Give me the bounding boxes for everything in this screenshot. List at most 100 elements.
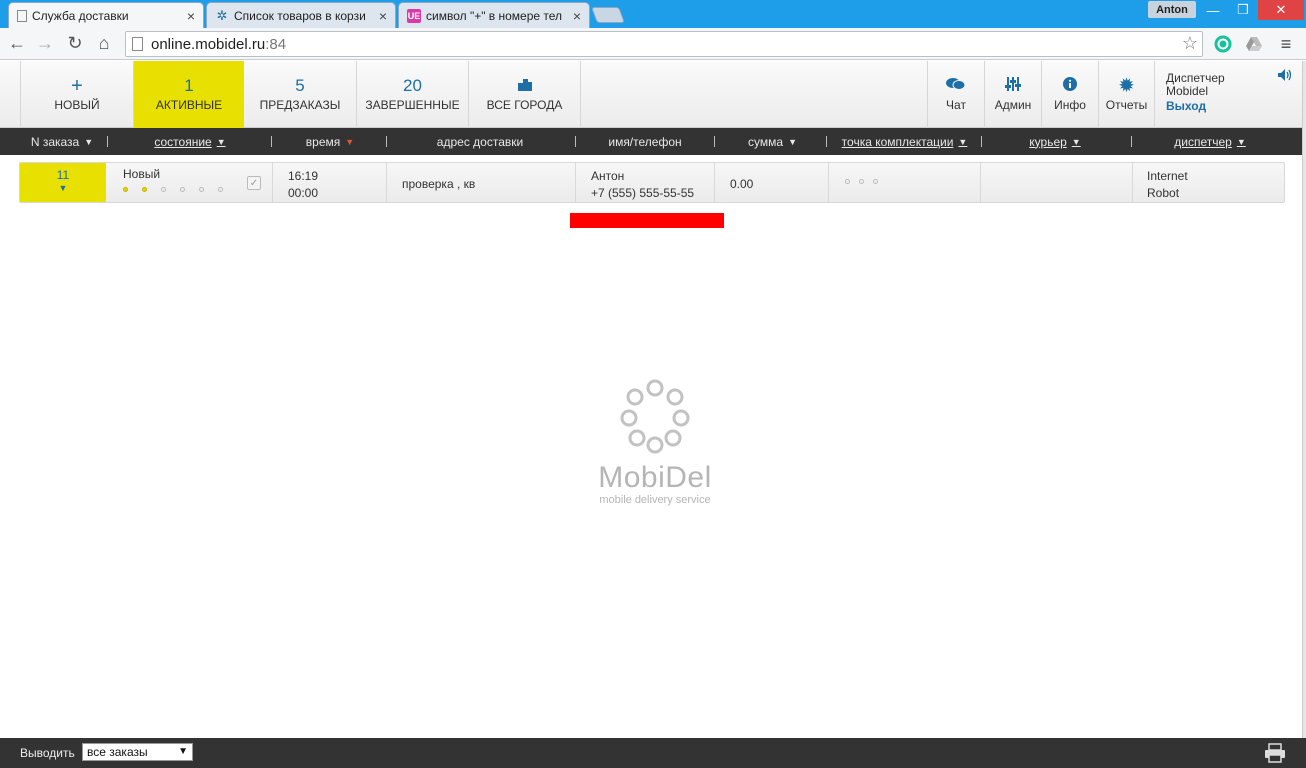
tab-cart-list[interactable]: ✲ Список товаров в корзи × (206, 2, 396, 28)
column-name-phone[interactable]: имя/телефон (585, 128, 705, 155)
column-sum[interactable]: сумма ▼ (730, 128, 815, 155)
order-checkbox[interactable]: ✓ (247, 176, 261, 190)
column-separator (386, 136, 387, 147)
column-dispatcher[interactable]: диспетчер ▼ (1160, 128, 1260, 155)
address-bar[interactable]: online.mobidel.ru:84 ☆ (125, 31, 1203, 57)
printer-icon[interactable] (1264, 743, 1286, 763)
browser-titlebar: Служба доставки × ✲ Список товаров в кор… (0, 0, 1306, 28)
order-state-cell: Новый ✓ (106, 163, 273, 202)
progress-step (199, 187, 204, 192)
column-separator (107, 136, 108, 147)
active-count: 1 (184, 76, 194, 95)
progress-step (142, 187, 147, 192)
tab-completed[interactable]: 20 ЗАВЕРШЕННЫЕ (357, 61, 469, 128)
sort-down-icon: ▼ (958, 136, 968, 147)
sort-down-icon: ▼ (1071, 136, 1081, 147)
tab-close-icon[interactable]: × (379, 8, 387, 24)
order-courier-cell (981, 163, 1133, 202)
chat-bubbles-icon (946, 77, 966, 95)
dispatcher-info: Диспетчер Mobidel Выход (1166, 71, 1225, 113)
browser-toolbar: ← → ↻ ⌂ online.mobidel.ru:84 ☆ ≡ (0, 28, 1306, 60)
table-row[interactable]: 11 ▼ Новый ✓ 16:19 00:00 проверка , кв А… (19, 162, 1285, 203)
reload-icon[interactable]: ↻ (64, 32, 86, 54)
chevron-down-icon: ▼ (178, 746, 188, 757)
drive-extension-icon[interactable] (1244, 34, 1264, 54)
restore-icon[interactable]: ❐ (1228, 0, 1258, 20)
new-tab-button[interactable] (591, 7, 625, 23)
progress-step (161, 187, 166, 192)
order-time-cell: 16:19 00:00 (273, 163, 387, 202)
pickup-dots (845, 179, 887, 184)
tab-delivery-service[interactable]: Служба доставки × (8, 2, 204, 28)
order-filter-select[interactable]: все заказы ▼ (82, 743, 193, 761)
admin-button[interactable]: Админ (984, 61, 1041, 128)
completed-count: 20 (403, 76, 422, 95)
page-icon (17, 9, 27, 22)
reports-button[interactable]: ✹ Отчеты (1098, 61, 1155, 128)
sort-down-icon: ▼ (84, 136, 94, 147)
order-dispatcher-cell: Internet Robot (1147, 169, 1188, 200)
forward-arrow-icon[interactable]: → (34, 32, 56, 54)
grammarly-extension-icon[interactable] (1213, 34, 1233, 54)
app-header: + НОВЫЙ 1 АКТИВНЫЕ 5 ПРЕДЗАКАЗЫ 20 ЗАВЕР… (0, 61, 1306, 128)
sort-active-icon: ▼ (345, 136, 355, 147)
sort-down-icon: ▼ (1236, 136, 1246, 147)
order-name-phone-cell: Антон +7 (555) 555-55-55 (576, 163, 715, 202)
window-close-icon[interactable]: ✕ (1258, 0, 1304, 20)
back-arrow-icon[interactable]: ← (6, 32, 28, 54)
tab-plus-symbol[interactable]: UE символ "+" в номере тел × (398, 2, 590, 28)
column-separator (271, 136, 272, 147)
tab-close-icon[interactable]: × (573, 8, 581, 24)
column-courier[interactable]: курьер ▼ (1010, 128, 1100, 155)
flower-logo-icon (620, 379, 690, 454)
column-separator (981, 136, 982, 147)
home-icon[interactable]: ⌂ (93, 32, 115, 54)
column-state[interactable]: состояние ▼ (140, 128, 240, 155)
menu-hamburger-icon[interactable]: ≡ (1276, 34, 1296, 54)
city-buildings-icon (517, 77, 532, 95)
gear-favicon-icon: ✲ (216, 7, 228, 23)
sort-down-icon: ▼ (788, 136, 797, 147)
column-time[interactable]: время ▼ (290, 128, 370, 155)
filter-label: Выводить (20, 746, 75, 760)
ue-favicon-icon: UE (407, 8, 421, 23)
speaker-icon[interactable] (1278, 69, 1292, 84)
url-port: :84 (265, 35, 287, 53)
order-pickup-cell (829, 163, 981, 202)
sliders-icon (1005, 77, 1021, 95)
logout-link[interactable]: Выход (1166, 100, 1225, 113)
info-circle-icon (1063, 77, 1077, 95)
preorders-count: 5 (295, 76, 305, 95)
progress-step (218, 187, 223, 192)
url-host: online.mobidel.ru (151, 35, 266, 53)
info-button[interactable]: Инфо (1041, 61, 1098, 128)
column-order-number[interactable]: N заказа ▼ (18, 128, 106, 155)
footer-bar: Выводить все заказы ▼ (0, 738, 1306, 768)
order-state: Новый (123, 167, 161, 181)
profile-button[interactable]: Anton (1148, 1, 1196, 18)
order-sum-cell: 0.00 (715, 163, 829, 202)
tab-close-icon[interactable]: × (187, 8, 195, 24)
brand-name: MobiDel (598, 461, 712, 494)
gear-icon: ✹ (1119, 76, 1134, 95)
brand-tagline: mobile delivery service (599, 494, 711, 506)
chat-button[interactable]: Чат (927, 61, 984, 128)
bookmark-star-icon[interactable]: ☆ (1182, 33, 1198, 54)
vertical-scrollbar[interactable] (1302, 61, 1306, 738)
order-address-cell: проверка , кв (387, 163, 576, 202)
all-cities-button[interactable]: ВСЕ ГОРОДА (469, 61, 581, 128)
progress-step (180, 187, 185, 192)
new-order-button[interactable]: + НОВЫЙ (20, 61, 134, 128)
progress-step (123, 187, 128, 192)
order-number-cell[interactable]: 11 ▼ (20, 163, 106, 202)
sort-down-icon: ▼ (216, 136, 226, 147)
column-pickup-point[interactable]: точка комплектации ▼ (832, 128, 977, 155)
expand-triangle-icon[interactable]: ▼ (20, 183, 106, 193)
tab-active-orders[interactable]: 1 АКТИВНЫЕ (134, 61, 244, 128)
column-separator (826, 136, 827, 147)
mobidel-logo: MobiDel mobile delivery service (580, 378, 730, 513)
plus-icon: + (71, 75, 83, 97)
column-address[interactable]: адрес доставки (400, 128, 560, 155)
tab-preorders[interactable]: 5 ПРЕДЗАКАЗЫ (244, 61, 357, 128)
minimize-icon[interactable]: — (1198, 0, 1228, 20)
